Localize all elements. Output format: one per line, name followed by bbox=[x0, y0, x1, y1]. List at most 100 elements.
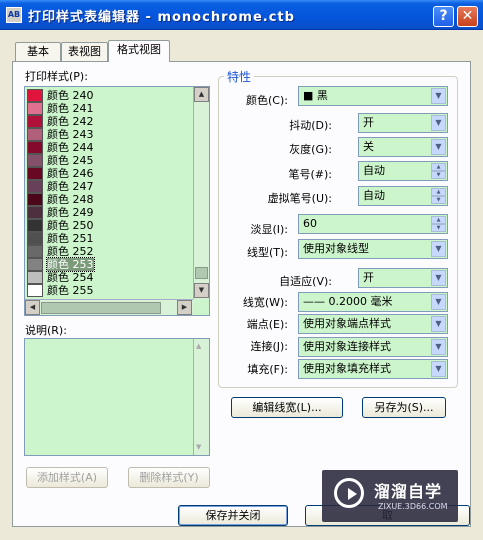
help-button[interactable]: ? bbox=[433, 6, 454, 27]
chevron-down-icon[interactable]: ▼ bbox=[431, 241, 446, 257]
spin-up-icon[interactable]: ▲ bbox=[431, 188, 446, 196]
list-item[interactable]: 颜色 252 bbox=[26, 245, 192, 258]
color-swatch bbox=[27, 180, 43, 193]
list-item[interactable]: 颜色 241 bbox=[26, 102, 192, 115]
line-end-select[interactable]: 使用对象端点样式 ▼ bbox=[298, 314, 448, 334]
up-arrow-icon: ▲ bbox=[196, 342, 202, 350]
description-scrollbar[interactable]: ▲ ▼ bbox=[193, 339, 209, 455]
list-item[interactable]: 颜色 247 bbox=[26, 180, 192, 193]
properties-group-title: 特性 bbox=[224, 68, 255, 85]
list-vertical-scrollbar[interactable]: ▲ ▼ bbox=[193, 87, 209, 299]
list-item[interactable]: 颜色 248 bbox=[26, 193, 192, 206]
line-join-select[interactable]: 使用对象连接样式 ▼ bbox=[298, 337, 448, 357]
save-as-button[interactable]: 另存为(S)... bbox=[362, 397, 446, 418]
pen-number-label: 笔号(#): bbox=[288, 168, 332, 181]
color-select[interactable]: ■ 黑 ▼ bbox=[298, 86, 448, 106]
screening-spinner[interactable]: 60 ▲ ▼ bbox=[298, 214, 448, 234]
chevron-down-icon[interactable]: ▼ bbox=[431, 88, 446, 104]
list-item[interactable]: 颜色 255 bbox=[26, 284, 192, 297]
delete-style-button[interactable]: 删除样式(Y) bbox=[128, 467, 210, 488]
list-item[interactable]: 颜色 249 bbox=[26, 206, 192, 219]
scroll-left-button[interactable]: ◀ bbox=[25, 300, 40, 315]
list-item-label: 颜色 253 bbox=[46, 257, 95, 272]
adaptive-label: 自适应(V): bbox=[279, 275, 332, 288]
line-join-label: 连接(J): bbox=[250, 340, 288, 353]
fill-style-label: 填充(F): bbox=[247, 363, 288, 376]
play-logo-icon bbox=[334, 478, 364, 508]
description-textarea[interactable]: ▲ ▼ bbox=[24, 338, 210, 456]
list-item[interactable]: 颜色 253 bbox=[26, 257, 192, 272]
scroll-thumb[interactable] bbox=[195, 267, 208, 279]
virtual-pen-value: 自动 bbox=[363, 189, 385, 202]
pen-number-spinner[interactable]: 自动 ▲ ▼ bbox=[358, 161, 448, 181]
styles-list[interactable]: 颜色 240 颜色 241 颜色 242 颜色 243 颜色 244 颜色 245 颜色 2… bbox=[24, 86, 210, 316]
list-item[interactable]: 颜色 244 bbox=[26, 141, 192, 154]
app-icon: AB bbox=[6, 7, 22, 23]
list-item-label: 颜色 251 bbox=[47, 232, 94, 245]
close-button[interactable]: ✕ bbox=[457, 6, 478, 27]
edit-lineweights-button[interactable]: 编辑线宽(L)... bbox=[231, 397, 343, 418]
list-item[interactable]: 颜色 250 bbox=[26, 219, 192, 232]
adaptive-select[interactable]: 开 ▼ bbox=[358, 268, 448, 288]
list-item-label: 颜色 241 bbox=[47, 102, 94, 115]
list-item[interactable]: 颜色 243 bbox=[26, 128, 192, 141]
spin-down-icon[interactable]: ▼ bbox=[431, 196, 446, 204]
chevron-down-icon[interactable]: ▼ bbox=[431, 139, 446, 155]
tab-form-view[interactable]: 格式视图 bbox=[108, 40, 170, 62]
list-item[interactable]: 颜色 254 bbox=[26, 271, 192, 284]
color-swatch bbox=[27, 219, 43, 232]
lineweight-select[interactable]: —— 0.2000 毫米 ▼ bbox=[298, 292, 448, 312]
title-bar[interactable]: AB 打印样式表编辑器 - monochrome.ctb ? ✕ bbox=[0, 0, 483, 30]
dither-select[interactable]: 开 ▼ bbox=[358, 113, 448, 133]
tab-general[interactable]: 基本 bbox=[15, 42, 61, 61]
play-icon bbox=[348, 488, 357, 500]
list-item[interactable]: 颜色 242 bbox=[26, 115, 192, 128]
tab-table-view[interactable]: 表视图 bbox=[61, 42, 108, 61]
hscroll-thumb[interactable] bbox=[41, 302, 161, 314]
list-item[interactable]: 颜色 240 bbox=[26, 89, 192, 102]
chevron-down-icon[interactable]: ▼ bbox=[431, 294, 446, 310]
down-arrow-icon: ▼ bbox=[196, 443, 202, 451]
list-item-label: 颜色 240 bbox=[47, 89, 94, 102]
color-swatch bbox=[27, 89, 43, 102]
chevron-down-icon[interactable]: ▼ bbox=[431, 339, 446, 355]
list-item[interactable]: 颜色 246 bbox=[26, 167, 192, 180]
scroll-down-button[interactable]: ▼ bbox=[194, 283, 209, 298]
color-swatch bbox=[27, 193, 43, 206]
pen-number-value: 自动 bbox=[363, 164, 385, 177]
description-label: 说明(R): bbox=[25, 324, 67, 337]
scroll-right-button[interactable]: ▶ bbox=[177, 300, 192, 315]
chevron-down-icon[interactable]: ▼ bbox=[431, 316, 446, 332]
screening-value: 60 bbox=[303, 217, 317, 230]
list-item-label: 颜色 248 bbox=[47, 193, 94, 206]
watermark: 溜溜自学 ZIXUE.3D66.COM bbox=[322, 470, 458, 522]
list-item-label: 颜色 250 bbox=[47, 219, 94, 232]
save-and-close-button[interactable]: 保存并关闭 bbox=[178, 505, 288, 526]
fill-style-select[interactable]: 使用对象填充样式 ▼ bbox=[298, 359, 448, 379]
list-item[interactable]: 颜色 251 bbox=[26, 232, 192, 245]
color-value: ■ 黑 bbox=[303, 89, 328, 102]
spin-down-icon[interactable]: ▼ bbox=[431, 224, 446, 232]
spin-up-icon[interactable]: ▲ bbox=[431, 163, 446, 171]
grayscale-select[interactable]: 关 ▼ bbox=[358, 137, 448, 157]
chevron-down-icon[interactable]: ▼ bbox=[431, 270, 446, 286]
scroll-up-button[interactable]: ▲ bbox=[194, 87, 209, 102]
color-swatch bbox=[27, 245, 43, 258]
list-item[interactable]: 颜色 245 bbox=[26, 154, 192, 167]
fill-style-value: 使用对象填充样式 bbox=[303, 362, 391, 375]
list-item-label: 颜色 245 bbox=[47, 154, 94, 167]
lineweight-value: —— 0.2000 毫米 bbox=[303, 295, 393, 308]
spin-up-icon[interactable]: ▲ bbox=[431, 216, 446, 224]
list-item-label: 颜色 242 bbox=[47, 115, 94, 128]
color-swatch bbox=[27, 258, 43, 271]
list-horizontal-scrollbar[interactable]: ◀ ▶ bbox=[25, 299, 193, 315]
dither-label: 抖动(D): bbox=[289, 119, 332, 132]
add-style-button[interactable]: 添加样式(A) bbox=[26, 467, 108, 488]
chevron-down-icon[interactable]: ▼ bbox=[431, 361, 446, 377]
list-item-label: 颜色 249 bbox=[47, 206, 94, 219]
virtual-pen-spinner[interactable]: 自动 ▲ ▼ bbox=[358, 186, 448, 206]
linetype-select[interactable]: 使用对象线型 ▼ bbox=[298, 239, 448, 259]
spin-down-icon[interactable]: ▼ bbox=[431, 171, 446, 179]
styles-label: 打印样式(P): bbox=[25, 70, 88, 83]
chevron-down-icon[interactable]: ▼ bbox=[431, 115, 446, 131]
